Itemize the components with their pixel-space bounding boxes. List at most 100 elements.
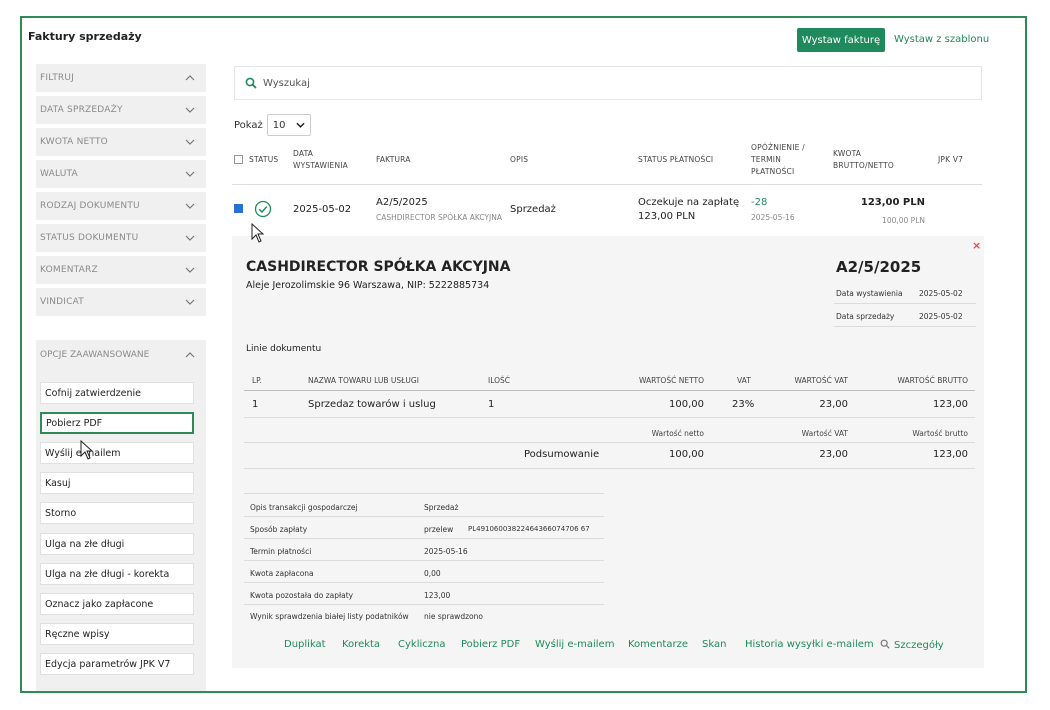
issue-invoice-button[interactable]: Wystaw fakturę — [797, 28, 885, 52]
col-amount-l1: KWOTA — [833, 149, 862, 158]
col-delay-l2: TERMIN — [751, 155, 782, 164]
details-link-label: Szczegóły — [894, 640, 944, 651]
row-checkbox[interactable] — [234, 204, 243, 213]
col-status[interactable]: STATUS — [249, 154, 278, 166]
line-vat: 23% — [732, 399, 755, 410]
filter-net-amount[interactable]: KWOTA NETTO — [36, 128, 206, 158]
line-qty: 1 — [488, 399, 495, 410]
summary-col-gross: Wartość brutto — [912, 429, 968, 438]
chevron-down-icon — [184, 136, 196, 148]
line-lp: 1 — [252, 399, 259, 410]
page-title: Faktury sprzedaży — [28, 30, 142, 43]
line-name: Sprzedaz towarów i uslug — [308, 399, 436, 410]
delete-button[interactable]: Kasuj — [40, 472, 194, 494]
info-value: 0,00 — [424, 569, 441, 578]
search-icon — [880, 639, 890, 652]
col-amount-l2: BRUTTO/NETTO — [833, 161, 894, 170]
chevron-down-icon — [184, 104, 196, 116]
divider — [244, 516, 604, 517]
row-net: 100,00 PLN — [882, 216, 925, 225]
bad-debt-relief-button[interactable]: Ulga na złe długi — [40, 533, 194, 555]
filter-label: VINDICAT — [40, 297, 84, 307]
divider — [244, 493, 604, 494]
detail-issue-date-label: Data wystawienia — [836, 289, 903, 298]
col-payment-status[interactable]: STATUS PŁATNOŚCI — [638, 154, 713, 166]
divider — [244, 604, 604, 605]
detail-company: CASHDIRECTOR SPÓŁKA AKCYJNA — [246, 259, 511, 275]
jpk-params-button[interactable]: Edycja parametrów JPK V7 — [40, 653, 194, 675]
info-value: nie sprawdzono — [424, 612, 483, 621]
recurring-link[interactable]: Cykliczna — [398, 639, 445, 650]
col-date[interactable]: DATA WYSTAWIENIA — [293, 148, 348, 172]
row-payment-status: Oczekuje na zapłatę — [638, 197, 740, 208]
detail-issue-date: 2025-05-02 — [919, 289, 963, 298]
lines-title: Linie dokumentu — [246, 344, 322, 354]
status-check-icon — [254, 200, 272, 222]
duplicate-link[interactable]: Duplikat — [284, 639, 326, 650]
row-desc: Sprzedaż — [510, 204, 556, 215]
page-size-select[interactable]: 10 — [266, 114, 311, 136]
chevron-down-icon — [184, 200, 196, 212]
row-delay: -28 — [751, 197, 768, 208]
mark-paid-button[interactable]: Oznacz jako zapłacone — [40, 593, 194, 615]
line-col-vat: VAT — [737, 376, 751, 385]
summary-net: 100,00 — [669, 449, 704, 460]
send-email-link[interactable]: Wyślij e-mailem — [535, 639, 614, 650]
filter-currency[interactable]: WALUTA — [36, 160, 206, 190]
scan-link[interactable]: Skan — [702, 639, 726, 650]
chevron-down-icon — [184, 264, 196, 276]
col-date-l1: DATA — [293, 149, 314, 158]
row-invoice-number[interactable]: A2/5/2025 — [376, 197, 428, 208]
summary-label: Podsumowanie — [524, 449, 600, 460]
filter-doc-status[interactable]: STATUS DOKUMENTU — [36, 224, 206, 254]
send-email-button[interactable]: Wyślij e-mailem — [40, 442, 194, 464]
comments-link[interactable]: Komentarze — [628, 639, 688, 650]
row-gross: 123,00 PLN — [860, 197, 925, 208]
divider — [244, 417, 975, 418]
search-input[interactable]: Wyszukaj — [234, 66, 982, 100]
col-invoice[interactable]: FAKTURA — [376, 154, 411, 166]
info-value: 2025-05-16 — [424, 547, 468, 556]
revert-approval-button[interactable]: Cofnij zatwierdzenie — [40, 382, 194, 404]
download-pdf-button[interactable]: Pobierz PDF — [40, 412, 194, 434]
col-amount[interactable]: KWOTA BRUTTO/NETTO — [833, 148, 894, 172]
divider — [244, 560, 604, 561]
detail-invoice-number: A2/5/2025 — [836, 258, 922, 276]
info-label: Wynik sprawdzenia białej listy podatnikó… — [250, 612, 409, 621]
col-desc[interactable]: OPIS — [510, 154, 528, 166]
detail-sale-date-label: Data sprzedaży — [836, 312, 895, 321]
col-date-l2: WYSTAWIENIA — [293, 161, 348, 170]
col-delay[interactable]: OPÓŹNIENIE / TERMIN PŁATNOŚCI — [751, 142, 805, 178]
filter-label: KWOTA NETTO — [40, 137, 108, 147]
download-pdf-link[interactable]: Pobierz PDF — [461, 639, 520, 650]
summary-gross: 123,00 — [933, 449, 968, 460]
correction-link[interactable]: Korekta — [342, 639, 380, 650]
info-value: Sprzedaż — [424, 503, 459, 512]
bad-debt-correction-button[interactable]: Ulga na złe długi - korekta — [40, 563, 194, 585]
filter-header[interactable]: FILTRUJ — [36, 64, 206, 94]
line-col-qty: ILOŚĆ — [488, 376, 511, 385]
advanced-options-header[interactable]: OPCJE ZAAWANSOWANE — [36, 340, 206, 370]
filter-header-label: FILTRUJ — [40, 73, 74, 83]
summary-col-vat: Wartość VAT — [801, 429, 848, 438]
mouse-cursor-icon — [80, 439, 94, 464]
details-link[interactable]: Szczegóły — [880, 639, 944, 652]
filter-comment[interactable]: KOMENTARZ — [36, 256, 206, 286]
filter-sale-date[interactable]: DATA SPRZEDAŻY — [36, 96, 206, 126]
manual-entries-button[interactable]: Ręczne wpisy — [40, 623, 194, 645]
info-account-number: PL49106003822464366074706 67 — [468, 525, 590, 533]
info-label: Termin płatności — [250, 547, 312, 556]
summary-vat: 23,00 — [819, 449, 848, 460]
filter-vindicat[interactable]: VINDICAT — [36, 288, 206, 318]
info-label: Kwota zapłacona — [250, 569, 314, 578]
select-all-checkbox[interactable] — [234, 155, 243, 164]
divider — [834, 303, 976, 304]
storno-button[interactable]: Storno — [40, 502, 194, 524]
email-history-link[interactable]: Historia wysyłki e-mailem — [745, 639, 874, 650]
chevron-up-icon — [184, 349, 196, 361]
row-date: 2025-05-02 — [293, 204, 352, 215]
issue-from-template-link[interactable]: Wystaw z szablonu — [894, 34, 989, 45]
close-icon[interactable]: × — [972, 239, 981, 252]
filter-doc-type[interactable]: RODZAJ DOKUMENTU — [36, 192, 206, 222]
header-divider — [232, 184, 982, 185]
